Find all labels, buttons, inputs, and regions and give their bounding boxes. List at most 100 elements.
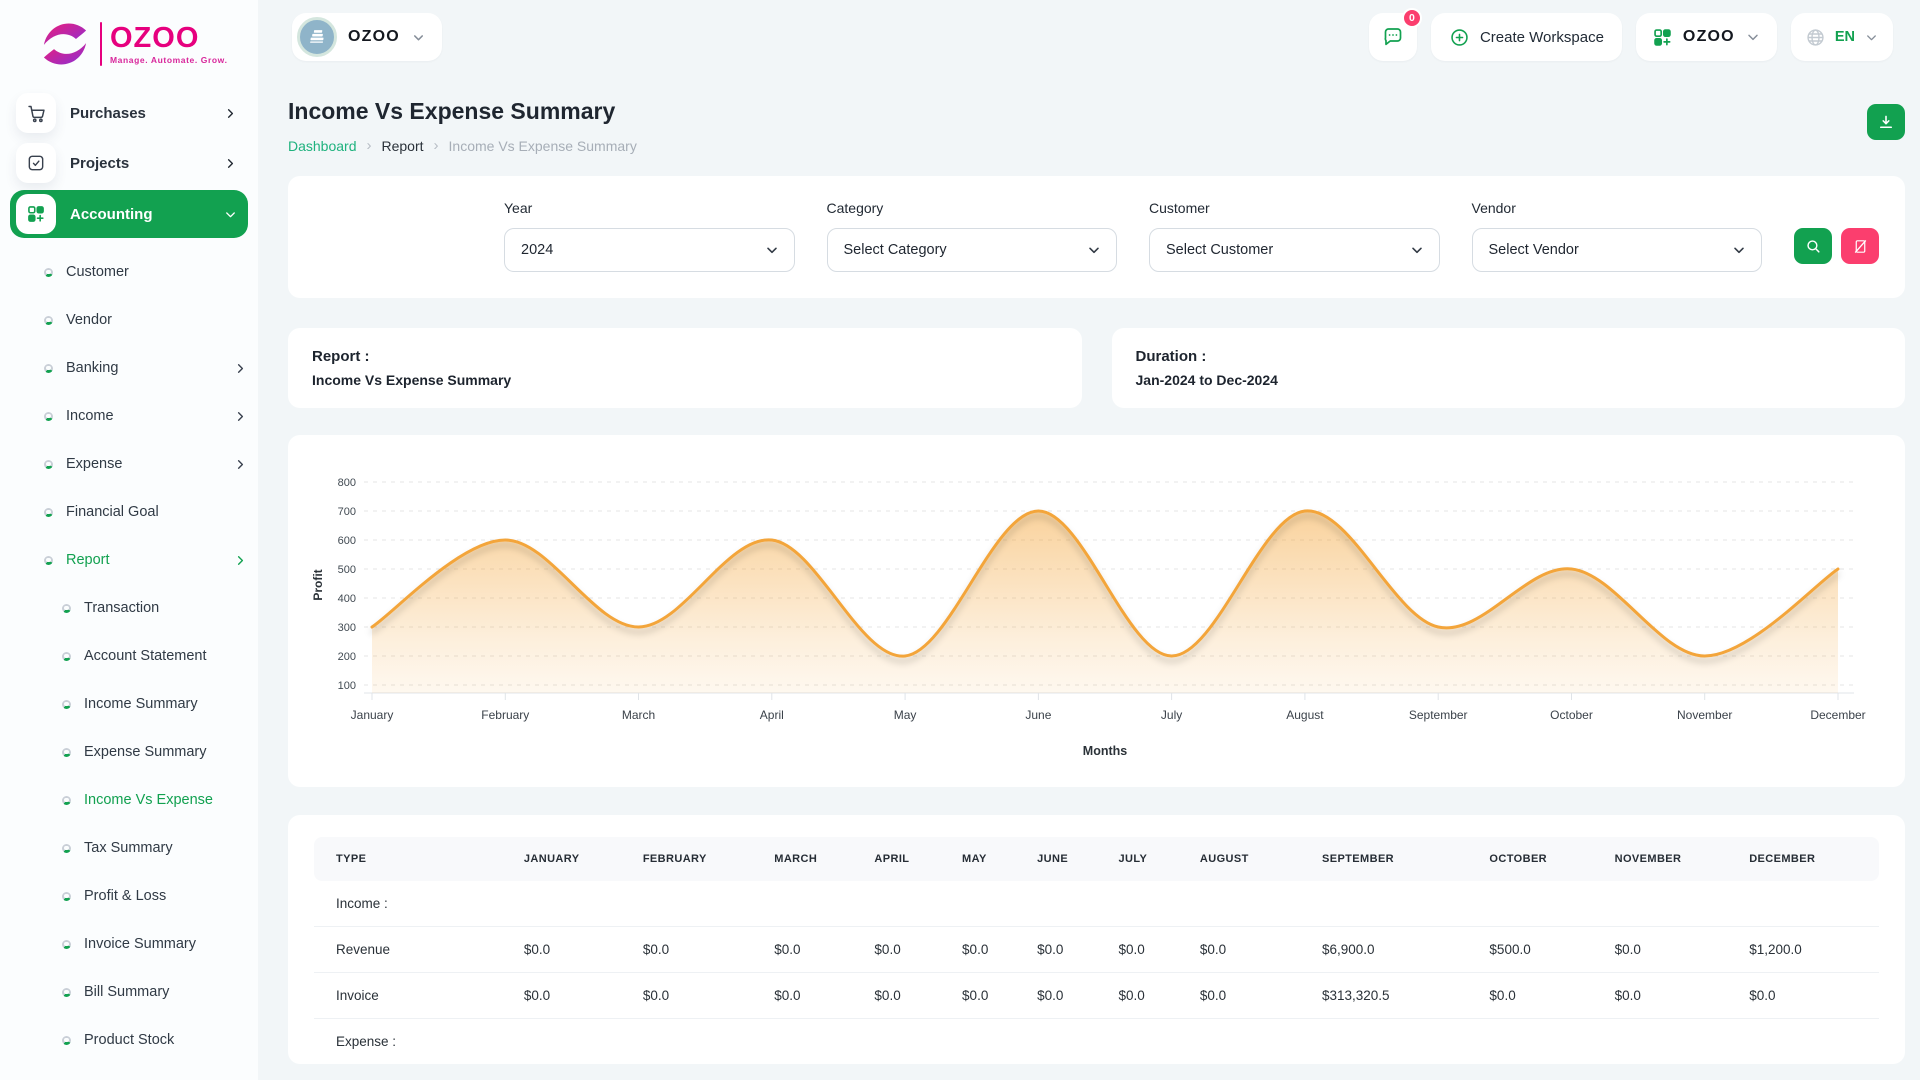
report-label: Report : <box>312 348 1058 365</box>
breadcrumb-dashboard[interactable]: Dashboard <box>288 138 357 154</box>
sidebar-item-purchases[interactable]: Purchases <box>10 90 248 136</box>
sidebar-item-label: Accounting <box>70 206 209 223</box>
chevron-down-icon <box>1731 242 1747 258</box>
row-value: $0.0 <box>1029 973 1110 1019</box>
breadcrumb-report[interactable]: Report <box>382 138 424 154</box>
workspace-avatar <box>297 17 337 57</box>
sidebar-submenu: CustomerVendorBanking Income Expense Financ… <box>10 242 248 1080</box>
sidebar-nav: Purchases Projects Accounting CustomerVendo… <box>0 74 258 1080</box>
sidebar-item-profit-loss[interactable]: Profit & Loss <box>10 872 248 920</box>
chevron-right-icon <box>233 457 248 472</box>
report-table-card: TYPEJANUARYFEBRUARYMARCHAPRILMAYJUNEJULY… <box>288 815 1905 1064</box>
chevron-right-icon: › <box>434 137 439 154</box>
brand-wordmark: OZOO <box>110 24 228 53</box>
table-header-cell: FEBRUARY <box>635 837 766 881</box>
apply-filter-button[interactable] <box>1794 228 1832 264</box>
create-workspace-label: Create Workspace <box>1480 29 1604 46</box>
table-header-cell: NOVEMBER <box>1607 837 1742 881</box>
table-header-cell: SEPTEMBER <box>1314 837 1481 881</box>
sidebar-item-label: Expense <box>66 456 220 472</box>
row-value: $0.0 <box>766 973 866 1019</box>
row-value: $0.0 <box>635 927 766 973</box>
chat-bubble-icon <box>1381 25 1405 49</box>
sidebar-item-invoice-summary[interactable]: Invoice Summary <box>10 920 248 968</box>
vendor-select[interactable]: Select Vendor <box>1472 228 1763 272</box>
messages-button[interactable]: 0 <box>1369 13 1417 61</box>
sidebar-item-income-vs-expense[interactable]: Income Vs Expense <box>10 776 248 824</box>
chevron-right-icon: › <box>367 137 372 154</box>
sidebar-item-expense[interactable]: Expense <box>10 440 248 488</box>
sidebar-submenu: TransactionAccount StatementIncome Summa… <box>10 584 248 1080</box>
table-header-cell: AUGUST <box>1192 837 1314 881</box>
bullet-icon <box>62 604 71 613</box>
chevron-down-icon <box>223 207 238 222</box>
row-value: $6,900.0 <box>1314 927 1481 973</box>
svg-text:600: 600 <box>338 535 356 547</box>
chevron-down-icon <box>1745 29 1761 45</box>
table-section-row: Income : <box>314 881 1879 927</box>
sidebar-item-account-statement[interactable]: Account Statement <box>10 632 248 680</box>
svg-text:April: April <box>760 708 784 722</box>
svg-text:700: 700 <box>338 506 356 518</box>
sidebar-item-label: Purchases <box>70 105 209 122</box>
sidebar-item-banking[interactable]: Banking <box>10 344 248 392</box>
bullet-icon <box>44 412 53 421</box>
bullet-icon <box>44 316 53 325</box>
sidebar-item-financial-goal[interactable]: Financial Goal <box>10 488 248 536</box>
svg-text:100: 100 <box>338 680 356 692</box>
sidebar-item-projects[interactable]: Projects <box>10 140 248 186</box>
reset-filter-button[interactable] <box>1841 228 1879 264</box>
download-report-button[interactable] <box>1867 104 1905 140</box>
table-header-cell: JANUARY <box>516 837 635 881</box>
grid-plus-icon <box>1652 27 1673 48</box>
sidebar-item-label: Bill Summary <box>84 984 248 1000</box>
category-select[interactable]: Select Category <box>827 228 1118 272</box>
chevron-down-icon <box>411 30 426 45</box>
row-value: $0.0 <box>954 927 1029 973</box>
sidebar-item-income-summary[interactable]: Income Summary <box>10 680 248 728</box>
sidebar-item-income[interactable]: Income <box>10 392 248 440</box>
sidebar-item-report[interactable]: Report <box>10 536 248 584</box>
sidebar-item-bill-summary[interactable]: Bill Summary <box>10 968 248 1016</box>
chevron-right-icon <box>233 553 248 568</box>
svg-text:300: 300 <box>338 622 356 634</box>
workspace-selector[interactable]: OZOO <box>292 13 442 61</box>
sidebar-item-product-stock[interactable]: Product Stock <box>10 1016 248 1064</box>
chevron-down-icon <box>1086 242 1102 258</box>
chevron-right-icon <box>233 409 248 424</box>
sidebar-item-label: Profit & Loss <box>84 888 248 904</box>
chevron-down-icon <box>1864 30 1879 45</box>
sidebar-item-tax-summary[interactable]: Tax Summary <box>10 824 248 872</box>
brand-logo[interactable]: OZOO Manage. Automate. Grow. <box>0 12 258 74</box>
svg-text:January: January <box>351 708 394 722</box>
year-select[interactable]: 2024 <box>504 228 795 272</box>
sidebar-item-label: Income <box>66 408 220 424</box>
sidebar: OZOO Manage. Automate. Grow. Purchases Pr… <box>0 0 258 1080</box>
sidebar-item-label: Income Vs Expense <box>84 792 248 808</box>
sidebar-item-vendor[interactable]: Vendor <box>10 296 248 344</box>
table-header-cell: JUNE <box>1029 837 1110 881</box>
row-value: $0.0 <box>766 927 866 973</box>
company-selector[interactable]: OZOO <box>1636 13 1777 61</box>
vendor-label: Vendor <box>1472 200 1763 216</box>
workspace-name: OZOO <box>348 28 400 46</box>
bullet-icon <box>62 988 71 997</box>
row-value: $0.0 <box>1607 927 1742 973</box>
create-workspace-button[interactable]: Create Workspace <box>1431 13 1622 61</box>
bullet-icon <box>44 460 53 469</box>
customer-select[interactable]: Select Customer <box>1149 228 1440 272</box>
language-selector[interactable]: EN <box>1791 13 1893 61</box>
table-header-cell: TYPE <box>314 837 516 881</box>
language-code: EN <box>1835 29 1855 45</box>
sidebar-item-accounting[interactable]: Accounting <box>10 190 248 238</box>
sidebar-item-cash-flow[interactable]: Cash Flow <box>10 1064 248 1080</box>
income-expense-table: TYPEJANUARYFEBRUARYMARCHAPRILMAYJUNEJULY… <box>314 837 1879 1064</box>
sidebar-item-expense-summary[interactable]: Expense Summary <box>10 728 248 776</box>
bullet-icon <box>44 508 53 517</box>
row-value: $0.0 <box>635 973 766 1019</box>
sidebar-item-label: Financial Goal <box>66 504 248 520</box>
chart-x-axis: JanuaryFebruaryMarchAprilMayJuneJulyAugu… <box>351 693 1866 722</box>
sidebar-item-transaction[interactable]: Transaction <box>10 584 248 632</box>
sidebar-item-customer[interactable]: Customer <box>10 248 248 296</box>
table-section-row: Expense : <box>314 1019 1879 1065</box>
